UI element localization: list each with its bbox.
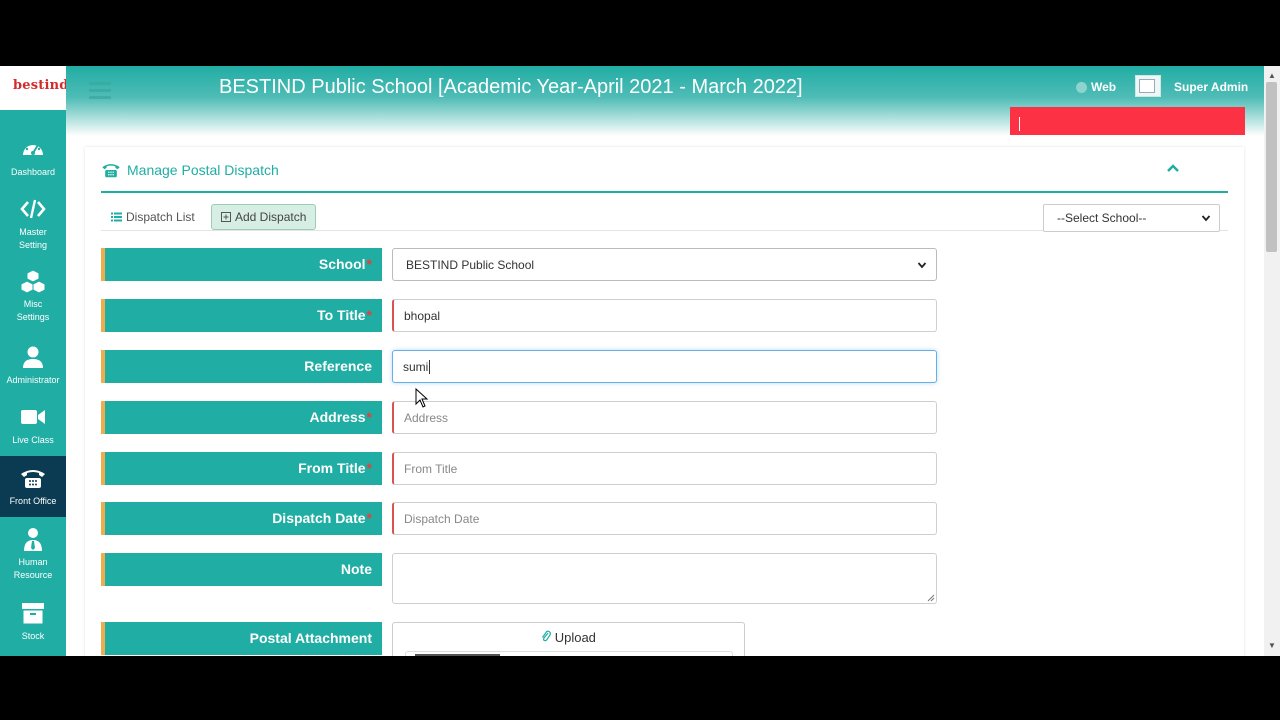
telephone-icon xyxy=(102,164,120,178)
sidebar-item-label: Master Setting xyxy=(18,227,48,250)
address-input[interactable]: Address xyxy=(392,401,937,434)
logo-area: bestind xyxy=(0,66,69,110)
sidebar-item-label: Human Resource xyxy=(13,557,53,580)
chevron-down-icon xyxy=(917,262,927,269)
field-label: Address* xyxy=(101,401,382,434)
logo[interactable]: bestind xyxy=(13,78,69,93)
dispatch-date-input[interactable]: Dispatch Date xyxy=(392,502,937,535)
chevron-up-icon[interactable] xyxy=(1166,161,1180,175)
user-icon xyxy=(23,346,43,368)
sidebar-item-misc-settings[interactable]: Misc Settings xyxy=(0,268,66,326)
field-label: From Title* xyxy=(101,452,382,485)
chevron-down-icon xyxy=(1201,215,1211,222)
sidebar-item-label: Dashboard xyxy=(10,167,56,177)
panel-title: Manage Postal Dispatch xyxy=(101,162,279,178)
sidebar-item-dashboard[interactable]: Dashboard xyxy=(0,136,66,186)
scroll-down-icon[interactable]: ▼ xyxy=(1268,641,1276,650)
tab-add-dispatch[interactable]: Add Dispatch xyxy=(211,204,317,230)
top-header: BESTIND Public School [Academic Year-Apr… xyxy=(66,66,1264,136)
school-select[interactable]: BESTIND Public School xyxy=(392,248,937,281)
sidebar-item-label: Misc Settings xyxy=(16,299,50,322)
field-label: To Title* xyxy=(101,299,382,332)
globe-icon xyxy=(1076,81,1087,93)
web-link[interactable]: Web xyxy=(1076,80,1116,94)
code-icon xyxy=(20,199,46,219)
panel-title-text: Manage Postal Dispatch xyxy=(127,162,279,178)
sidebar-item-master-setting[interactable]: Master Setting xyxy=(0,196,66,252)
sidebar-item-front-office[interactable]: Front Office xyxy=(0,456,66,517)
paperclip-icon xyxy=(542,630,552,642)
from-title-input[interactable]: From Title xyxy=(392,452,937,485)
school-filter-select[interactable]: --Select School-- xyxy=(1043,204,1220,232)
sidebar-item-stock[interactable]: Stock xyxy=(0,600,66,644)
plus-square-icon xyxy=(221,212,231,222)
sidebar-item-label: Live Class xyxy=(12,435,54,445)
user-tie-icon xyxy=(24,528,42,551)
telephone-icon xyxy=(21,470,45,488)
field-label: Dispatch Date* xyxy=(101,502,382,535)
field-label: Reference xyxy=(101,350,382,383)
panel-header: Manage Postal Dispatch xyxy=(101,147,1228,193)
sidebar-item-label: Stock xyxy=(21,631,45,641)
postal-dispatch-panel: Manage Postal Dispatch Dispatch List Add… xyxy=(85,147,1244,656)
upload-box[interactable]: Upload xyxy=(392,622,745,656)
sidebar-item-administrator[interactable]: Administrator xyxy=(0,344,66,388)
file-input[interactable] xyxy=(405,651,733,656)
page-title: BESTIND Public School [Academic Year-Apr… xyxy=(219,76,803,98)
resize-grip-icon[interactable] xyxy=(927,594,935,602)
scroll-up-icon[interactable]: ▲ xyxy=(1268,71,1276,80)
tab-dispatch-list[interactable]: Dispatch List xyxy=(102,204,204,230)
reference-input[interactable]: sumi xyxy=(392,350,937,383)
sidebar-item-label: Administrator xyxy=(6,375,60,385)
cubes-icon xyxy=(20,269,46,294)
sidebar: bestind Dashboard Master Setting Misc Se… xyxy=(0,66,69,656)
note-textarea[interactable] xyxy=(392,553,937,604)
field-label: School* xyxy=(101,248,382,281)
alert-bar[interactable] xyxy=(1010,107,1245,135)
tab-label: Dispatch List xyxy=(126,210,195,224)
web-link-label: Web xyxy=(1091,80,1117,94)
sidebar-item-label: Front Office xyxy=(9,496,57,506)
dashboard-icon xyxy=(23,141,43,155)
app-frame: bestind Dashboard Master Setting Misc Se… xyxy=(0,66,1280,656)
sidebar-item-live-class[interactable]: Live Class xyxy=(0,404,66,448)
field-label: Note xyxy=(101,553,382,586)
hamburger-menu-icon[interactable] xyxy=(89,82,111,100)
school-select-value: BESTIND Public School xyxy=(406,257,535,272)
scrollbar-thumb[interactable] xyxy=(1266,82,1277,252)
video-camera-icon xyxy=(21,410,45,424)
user-name[interactable]: Super Admin xyxy=(1174,80,1248,94)
avatar[interactable] xyxy=(1135,75,1161,97)
tab-label: Add Dispatch xyxy=(235,210,307,224)
list-icon xyxy=(111,212,122,222)
upload-button[interactable]: Upload xyxy=(393,630,744,645)
to-title-input[interactable]: bhopal xyxy=(392,299,937,332)
sidebar-item-human-resource[interactable]: Human Resource xyxy=(0,526,66,582)
field-label: Postal Attachment xyxy=(101,622,382,655)
school-filter-value: --Select School-- xyxy=(1057,211,1147,225)
page-scrollbar[interactable]: ▲ ▼ xyxy=(1264,66,1280,656)
archive-icon xyxy=(22,603,44,624)
